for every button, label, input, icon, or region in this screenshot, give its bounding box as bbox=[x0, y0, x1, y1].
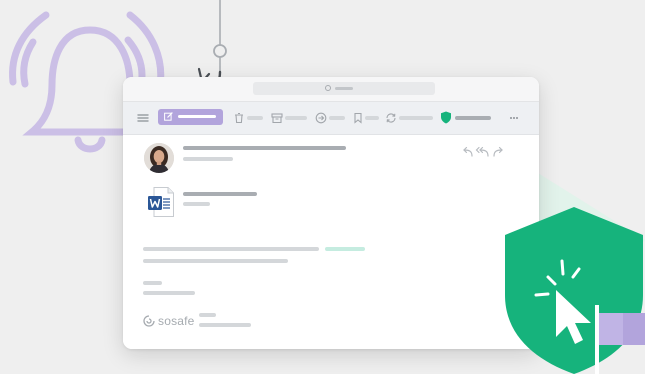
suspicious-link[interactable] bbox=[325, 247, 365, 251]
bookmark-icon[interactable] bbox=[352, 112, 364, 124]
address-placeholder bbox=[335, 87, 353, 90]
compose-button[interactable] bbox=[158, 109, 223, 125]
sender-line bbox=[183, 146, 346, 150]
address-bar[interactable] bbox=[253, 82, 435, 95]
sosafe-logo-icon bbox=[143, 315, 155, 327]
delete-label bbox=[247, 116, 263, 120]
signature-line-1 bbox=[199, 313, 216, 317]
trash-icon[interactable] bbox=[233, 112, 245, 124]
sosafe-logo: sosafe bbox=[143, 313, 195, 329]
body-line-3 bbox=[143, 281, 162, 285]
logo-text: sosafe bbox=[158, 314, 195, 328]
email-window: sosafe bbox=[123, 77, 539, 349]
body-line-4 bbox=[143, 291, 195, 295]
shield-icon[interactable] bbox=[440, 111, 452, 124]
avatar bbox=[144, 143, 174, 173]
word-document-icon[interactable] bbox=[148, 187, 174, 217]
compose-label bbox=[178, 115, 216, 118]
attachment-name bbox=[183, 192, 257, 196]
sync-label bbox=[399, 116, 433, 120]
sync-icon[interactable] bbox=[385, 112, 397, 124]
move-icon[interactable] bbox=[315, 112, 327, 124]
archive-label bbox=[285, 116, 307, 120]
sender-subline bbox=[183, 157, 233, 161]
email-toolbar bbox=[123, 102, 539, 135]
hamburger-icon[interactable] bbox=[137, 112, 149, 124]
report-label[interactable] bbox=[455, 116, 491, 120]
compose-icon bbox=[164, 112, 173, 121]
attachment-size bbox=[183, 202, 210, 206]
email-content: sosafe bbox=[123, 135, 539, 349]
move-label bbox=[329, 116, 345, 120]
bookmark-label bbox=[365, 116, 379, 120]
body-line-2 bbox=[143, 259, 288, 263]
forward-icon[interactable] bbox=[493, 146, 503, 157]
search-icon bbox=[325, 85, 331, 91]
title-bar bbox=[123, 77, 539, 102]
flag-icon bbox=[595, 305, 645, 374]
body-line-1 bbox=[143, 247, 319, 251]
more-icon[interactable] bbox=[509, 116, 519, 120]
reply-icon[interactable] bbox=[463, 146, 473, 157]
signature-line-2 bbox=[199, 323, 251, 327]
reply-all-icon[interactable] bbox=[475, 146, 489, 157]
avatar-portrait bbox=[144, 143, 174, 173]
archive-icon[interactable] bbox=[271, 112, 283, 124]
reply-actions bbox=[463, 146, 503, 157]
